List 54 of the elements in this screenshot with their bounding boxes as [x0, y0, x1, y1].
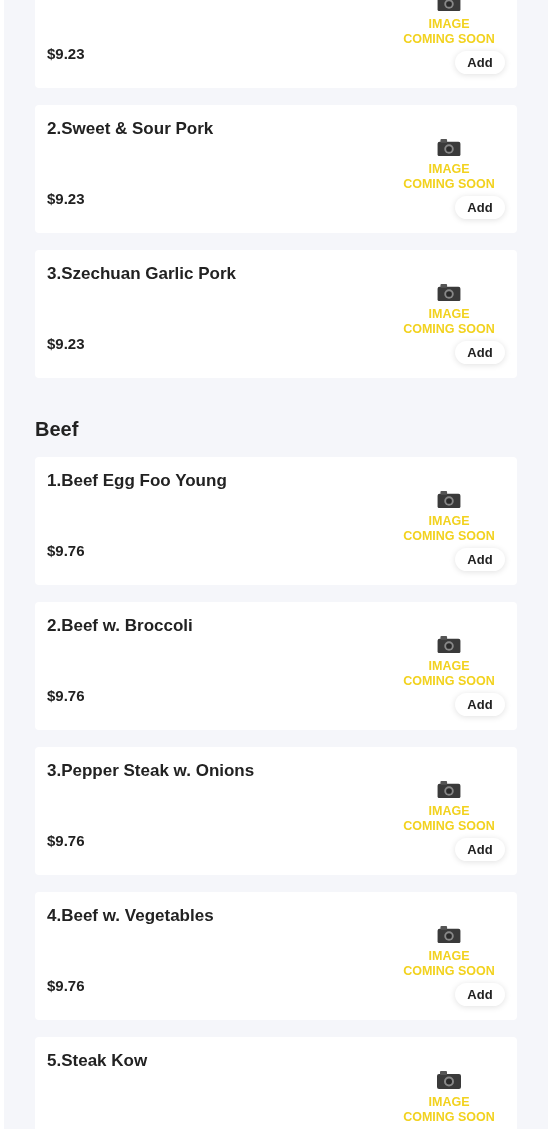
image-placeholder-text: IMAGE [428, 162, 470, 178]
item-price: $9.76 [47, 542, 86, 559]
item-price: $9.23 [47, 45, 85, 62]
item-price: $9.76 [47, 832, 86, 849]
image-placeholder-text: COMING SOON [403, 529, 495, 545]
item-name: 1.Beef Egg Foo Young [47, 471, 227, 491]
image-placeholder-text: IMAGE [428, 1095, 470, 1110]
menu-item-card[interactable]: $9.23 IMAGE COMING SOON Add [35, 0, 517, 88]
item-price: $9.76 [47, 977, 86, 994]
camera-icon [437, 491, 461, 509]
add-button[interactable]: Add [455, 51, 505, 74]
image-placeholder-text: COMING SOON [403, 1110, 495, 1125]
item-price: $9.76 [47, 687, 86, 704]
menu-item-card[interactable]: 1.Beef Egg Foo Young $9.76 IMAGE COMING SOON Add [35, 457, 517, 585]
add-button[interactable]: Add [455, 983, 505, 1006]
add-button[interactable]: Add [455, 693, 505, 716]
image-placeholder-text: IMAGE [428, 804, 470, 820]
image-placeholder-text: IMAGE [428, 659, 470, 675]
item-name: 2.Sweet & Sour Pork [47, 119, 214, 139]
image-placeholder-text: COMING SOON [403, 964, 495, 980]
image-placeholder-text: IMAGE [428, 949, 470, 965]
image-placeholder-text: COMING SOON [403, 819, 495, 835]
item-name: 2.Beef w. Broccoli [47, 616, 193, 636]
section-title: Beef [35, 418, 80, 442]
menu-item-card[interactable]: 3.Szechuan Garlic Pork $9.23 IMAGE COMING SOON Add [35, 250, 517, 378]
image-placeholder-text: IMAGE [428, 17, 470, 33]
image-placeholder-text: IMAGE [428, 514, 470, 530]
item-name: 4.Beef w. Vegetables [47, 906, 214, 926]
camera-icon [437, 1071, 461, 1089]
add-button[interactable]: Add [455, 548, 505, 571]
image-placeholder-text: COMING SOON [403, 32, 495, 48]
camera-icon [437, 284, 461, 302]
menu-item-card[interactable]: 4.Beef w. Vegetables $9.76 IMAGE COMING SOON Add [35, 892, 517, 1020]
add-button[interactable]: Add [455, 838, 505, 861]
add-button[interactable]: Add [455, 196, 505, 219]
menu-item-card[interactable]: 3.Pepper Steak w. Onions $9.76 IMAGE COMING SOON Add [35, 747, 517, 875]
item-price: $9.23 [47, 190, 86, 207]
image-placeholder-text: COMING SOON [403, 177, 495, 193]
item-name: 5.Steak Kow [47, 1051, 148, 1071]
image-placeholder-text: COMING SOON [403, 322, 495, 338]
camera-icon [437, 0, 461, 12]
item-price: $9.23 [47, 335, 86, 352]
add-button[interactable]: Add [455, 341, 505, 364]
menu-item-card[interactable]: 2.Sweet & Sour Pork $9.23 IMAGE COMING SOON Add [35, 105, 517, 233]
camera-icon [437, 781, 461, 799]
item-name: 3.Szechuan Garlic Pork [47, 264, 236, 284]
menu-item-card[interactable]: 5.Steak Kow IMAGE COMING SOON [35, 1037, 517, 1129]
camera-icon [437, 926, 461, 944]
camera-icon [437, 636, 461, 654]
image-placeholder-text: IMAGE [428, 307, 470, 323]
image-placeholder-text: COMING SOON [403, 674, 495, 690]
camera-icon [437, 139, 461, 157]
item-name: 3.Pepper Steak w. Onions [47, 761, 255, 781]
menu-item-card[interactable]: 2.Beef w. Broccoli $9.76 IMAGE COMING SOON Add [35, 602, 517, 730]
